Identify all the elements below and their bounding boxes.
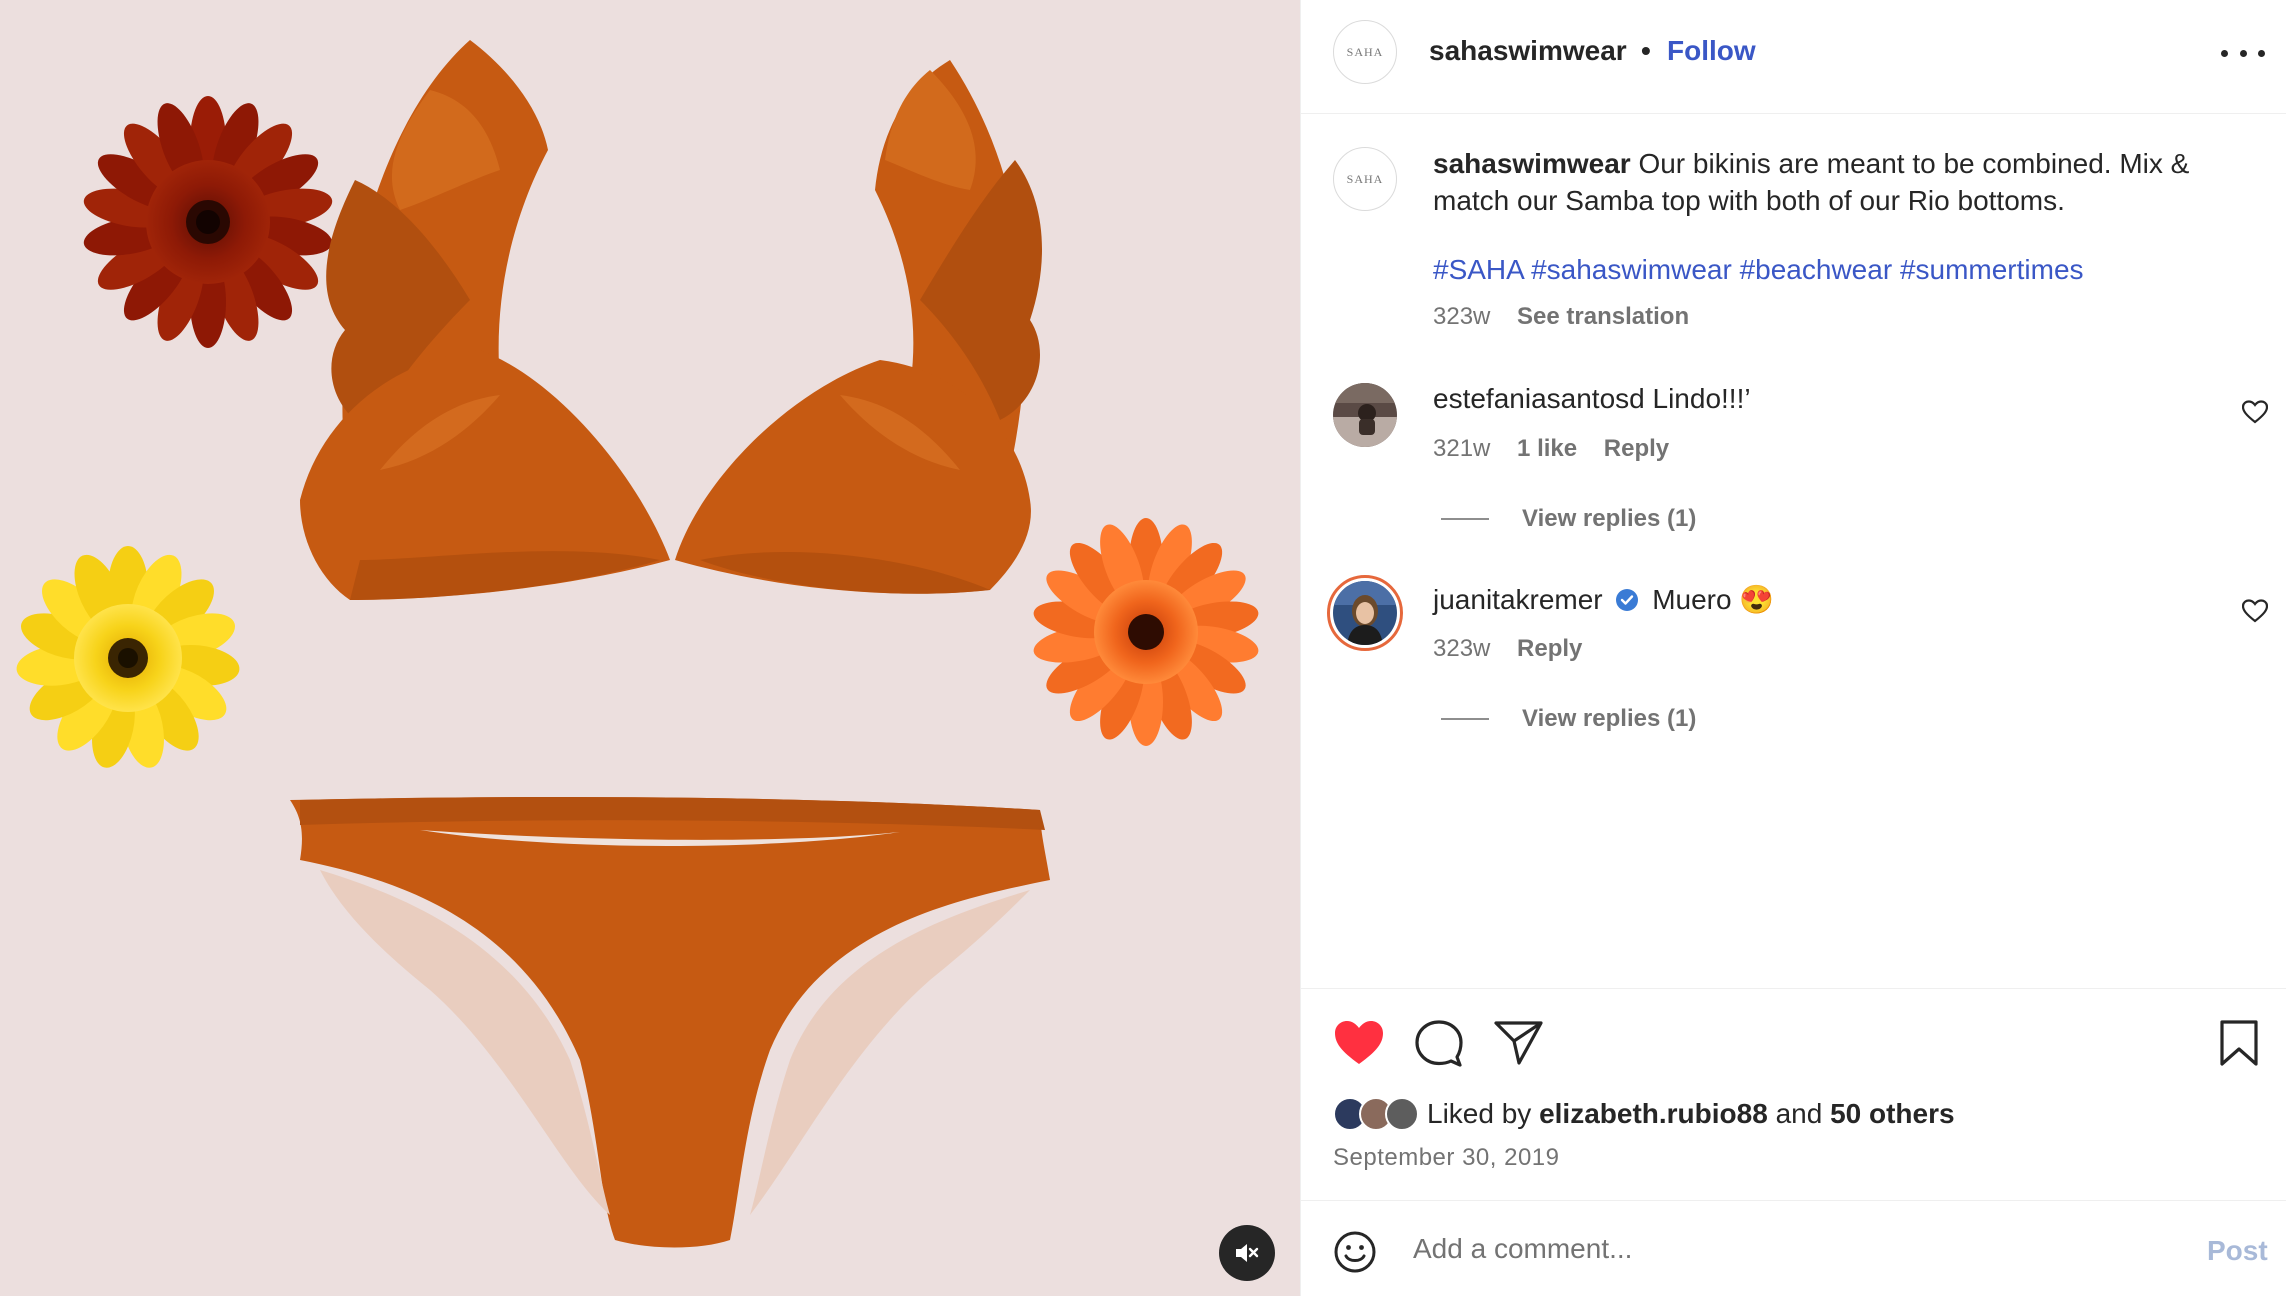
caption-avatar[interactable]: SAHA [1333,147,1397,211]
red-flower [83,96,333,348]
caption-meta: 323w See translation [1433,303,1689,331]
avatar-logo-text: SAHA [1346,44,1384,59]
reply-button[interactable]: Reply [1517,635,1582,662]
comment-input[interactable] [1413,1223,2113,1275]
post-header: SAHA sahaswimwear • Follow [1301,0,2286,114]
comment: estefaniasantosd Lindo!!!’ [1433,383,1751,415]
header-separator: • [1641,35,1651,66]
bookmark-icon[interactable] [2213,1019,2265,1067]
mute-icon [1236,1244,1259,1262]
view-replies-button[interactable]: View replies (1) [1441,505,1696,533]
comment-text: Muero [1652,584,1732,615]
heart-eyes-emoji: 😍 [1739,584,1775,615]
comment-text: Lindo!!!’ [1652,383,1751,414]
comments-area[interactable]: SAHA sahaswimwear Our bikinis are meant … [1301,115,2286,988]
comment-like-icon[interactable] [2242,400,2268,424]
comment-avatar[interactable] [1333,383,1397,447]
comment-age: 321w [1433,435,1491,462]
hashtag-link[interactable]: #SAHA [1433,254,1523,285]
comment-likes[interactable]: 1 like [1517,435,1577,462]
see-translation-button[interactable]: See translation [1517,303,1689,330]
bikini-top [300,40,1042,600]
likes-prefix: Liked by [1427,1098,1532,1129]
view-replies-label: View replies (1) [1522,705,1697,732]
post-comment-button[interactable]: Post [2207,1235,2268,1267]
yellow-flower [16,546,240,768]
avatar-logo-text: SAHA [1346,171,1384,186]
post-date[interactable]: September 30, 2019 [1333,1144,1560,1172]
heart-icon[interactable] [1333,1019,1385,1067]
add-comment-bar: Post [1301,1200,2286,1296]
likes-and: and [1775,1098,1823,1129]
replies-line [1441,718,1489,720]
author-avatar[interactable]: SAHA [1333,20,1397,84]
post-image [16,40,1259,1248]
post-media[interactable] [0,0,1300,1296]
caption-hashtags: #SAHA #sahaswimwear #beachwear #summerti… [1433,254,2084,286]
caption-age: 323w [1433,303,1491,330]
replies-line [1441,518,1489,520]
comment: juanitakremer Muero 😍 [1433,583,1774,616]
follow-button[interactable]: Follow [1667,35,1756,67]
comment-icon[interactable] [1413,1019,1465,1067]
reply-button[interactable]: Reply [1604,435,1669,462]
likes-others-link[interactable]: 50 others [1830,1098,1955,1129]
verified-icon [1616,589,1639,611]
bikini-bottom [290,797,1050,1248]
author-username[interactable]: sahaswimwear [1429,35,1627,67]
comment-username[interactable]: juanitakremer [1433,584,1603,615]
post-actions: Liked by elizabeth.rubio88 and 50 others… [1301,988,2286,1200]
liker-avatar[interactable] [1385,1097,1419,1131]
caption: sahaswimwear Our bikinis are meant to be… [1433,145,2233,219]
comment-age: 323w [1433,635,1491,662]
more-options-icon[interactable] [2221,38,2265,68]
emoji-icon[interactable] [1333,1230,1377,1274]
share-icon[interactable] [1493,1019,1545,1067]
comment-username[interactable]: estefaniasantosd [1433,383,1645,414]
hashtag-link[interactable]: #summertimes [1900,254,2084,285]
likes-text: Liked by elizabeth.rubio88 and 50 others [1427,1098,1955,1130]
view-replies-button[interactable]: View replies (1) [1441,705,1696,733]
likes-summary: Liked by elizabeth.rubio88 and 50 others [1333,1097,1955,1131]
hashtag-link[interactable]: #beachwear [1740,254,1893,285]
orange-flower [1033,518,1259,746]
caption-username[interactable]: sahaswimwear [1433,148,1631,179]
mute-button[interactable] [1219,1225,1275,1281]
view-replies-label: View replies (1) [1522,505,1697,532]
liker-username[interactable]: elizabeth.rubio88 [1539,1098,1768,1129]
hashtag-link[interactable]: #sahaswimwear [1531,254,1732,285]
comment-like-icon[interactable] [2242,599,2268,623]
comment-meta: 323w Reply [1433,635,1582,663]
comment-meta: 321w 1 like Reply [1433,435,1669,463]
comment-avatar-story[interactable] [1327,575,1403,651]
post-side-panel: SAHA sahaswimwear • Follow SAHA sahaswim… [1300,0,2286,1296]
